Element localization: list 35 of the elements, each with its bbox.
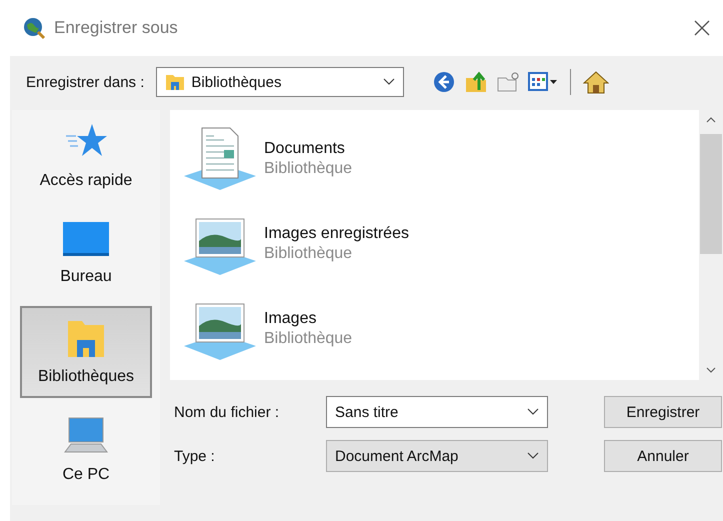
places-item[interactable]: Accès rapide bbox=[20, 110, 152, 202]
chevron-down-icon bbox=[527, 452, 539, 460]
desktop-icon bbox=[63, 222, 109, 258]
window-title: Enregistrer sous bbox=[54, 18, 179, 38]
cancel-button[interactable]: Annuler bbox=[604, 440, 722, 472]
file-name[interactable]: Images bbox=[264, 310, 352, 328]
view-menu-icon[interactable] bbox=[528, 70, 558, 94]
places-item[interactable]: Bibliothèques bbox=[20, 306, 152, 398]
chevron-down-icon bbox=[383, 78, 396, 86]
filename-label: Nom du fichier : bbox=[174, 404, 280, 420]
save-button[interactable]: Enregistrer bbox=[604, 396, 722, 428]
type-label: Type : bbox=[174, 448, 216, 464]
places-item[interactable]: Ce PC bbox=[20, 404, 152, 496]
file-name[interactable]: Documents bbox=[264, 140, 352, 158]
filename-field[interactable]: Sans titre bbox=[326, 396, 548, 428]
home-icon[interactable] bbox=[583, 70, 610, 94]
scroll-up-icon[interactable] bbox=[706, 116, 716, 124]
new-folder-icon[interactable] bbox=[496, 70, 520, 94]
back-icon[interactable] bbox=[432, 70, 456, 94]
library-folder-icon bbox=[67, 318, 105, 358]
file-type: Bibliothèque bbox=[264, 244, 354, 262]
location-label: Enregistrer dans : bbox=[26, 74, 144, 90]
file-type: Bibliothèque bbox=[264, 160, 352, 178]
scroll-down-icon[interactable] bbox=[706, 366, 716, 374]
folder-up-icon[interactable] bbox=[464, 70, 488, 94]
library-folder-icon bbox=[165, 73, 186, 91]
places-item[interactable]: Bureau bbox=[20, 208, 152, 300]
file-name[interactable]: Images enregistrées bbox=[264, 224, 409, 242]
close-icon[interactable] bbox=[693, 19, 711, 37]
file-type: Bibliothèque bbox=[264, 330, 352, 348]
location-dropdown[interactable]: Bibliothèques bbox=[156, 67, 404, 97]
type-dropdown[interactable]: Document ArcMap bbox=[326, 440, 548, 472]
globe-search-icon bbox=[22, 16, 46, 40]
document-library-icon bbox=[182, 126, 258, 192]
chevron-down-icon bbox=[527, 408, 539, 416]
